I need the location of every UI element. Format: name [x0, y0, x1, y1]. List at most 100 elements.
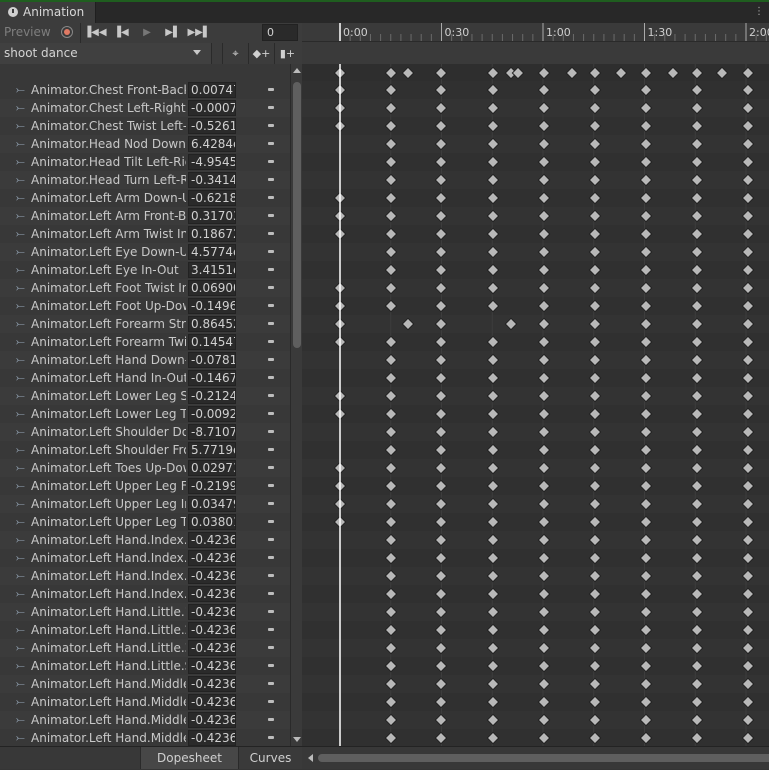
property-row[interactable]: ⤚ Animator.Left Hand In-Out -0.1467 — [0, 369, 290, 387]
next-key-button[interactable]: ▶▌ — [161, 23, 185, 43]
property-row[interactable]: ⤚ Animator.Left Arm Down-Up -0.6218 — [0, 189, 290, 207]
property-value-field[interactable]: 0.00747 — [188, 82, 236, 98]
property-row[interactable]: ⤚ Animator.Left Hand.Index.Spread-0.4236 — [0, 585, 290, 603]
property-value-field[interactable]: -0.2124 — [188, 388, 236, 404]
property-options-icon[interactable] — [268, 520, 274, 523]
property-options-icon[interactable] — [268, 106, 274, 109]
property-row[interactable]: ⤚ Animator.Left Foot Up-Down -0.1496 — [0, 297, 290, 315]
tab-animation[interactable]: Animation — [0, 2, 96, 23]
clip-selector[interactable]: shoot dance — [0, 43, 212, 64]
property-options-icon[interactable] — [268, 502, 274, 505]
property-options-icon[interactable] — [268, 322, 274, 325]
property-value-field[interactable]: 0.31703 — [188, 208, 236, 224]
timeline-scrollbar[interactable] — [302, 747, 769, 769]
property-row[interactable]: ⤚ Animator.Left Shoulder Down-Up-8.7107 — [0, 423, 290, 441]
property-options-icon[interactable] — [268, 574, 274, 577]
property-value-field[interactable]: -0.4236 — [188, 694, 236, 710]
property-value-field[interactable]: -0.4236 — [188, 604, 236, 620]
property-options-icon[interactable] — [268, 682, 274, 685]
property-value-field[interactable]: -0.6218 — [188, 190, 236, 206]
property-row[interactable]: ⤚ Animator.Chest Front-Back 0.00747 — [0, 81, 290, 99]
property-options-icon[interactable] — [268, 664, 274, 667]
property-row[interactable]: ⤚ Animator.Left Hand.Index.1 -0.4236 — [0, 531, 290, 549]
property-options-icon[interactable] — [268, 736, 274, 739]
property-value-field[interactable]: -0.4236 — [188, 568, 236, 584]
property-row[interactable]: ⤚ Animator.Left Hand.Little.3 -0.4236 — [0, 639, 290, 657]
property-options-icon[interactable] — [268, 466, 274, 469]
crosshair-icon[interactable]: ⌖ — [222, 43, 248, 64]
property-options-icon[interactable] — [268, 304, 274, 307]
last-key-button[interactable]: ▶▶▌ — [187, 23, 211, 43]
property-row[interactable]: ⤚ Animator.Left Hand.Little.Spread-0.4236 — [0, 657, 290, 675]
property-options-icon[interactable] — [268, 592, 274, 595]
property-options-icon[interactable] — [268, 196, 274, 199]
property-value-field[interactable]: 0.03801 — [188, 514, 236, 530]
add-keyframe-button[interactable]: ◆+ — [248, 43, 274, 64]
property-value-field[interactable]: -0.1467 — [188, 370, 236, 386]
property-options-icon[interactable] — [268, 646, 274, 649]
property-options-icon[interactable] — [268, 88, 274, 91]
property-value-field[interactable]: -0.3414 — [188, 172, 236, 188]
property-value-field[interactable]: -0.0781 — [188, 352, 236, 368]
property-value-field[interactable]: -0.4236 — [188, 712, 236, 728]
property-row[interactable]: ⤚ Animator.Left Hand.Index.2 -0.4236 — [0, 549, 290, 567]
property-value-field[interactable]: 5.7719e — [188, 442, 236, 458]
add-event-button[interactable]: ▮+ — [274, 43, 300, 64]
property-value-field[interactable]: 3.4151e — [188, 262, 236, 278]
property-row[interactable]: ⤚ Animator.Left Hand.Middle.3 -0.4236 — [0, 711, 290, 729]
property-options-icon[interactable] — [268, 394, 274, 397]
property-options-icon[interactable] — [268, 124, 274, 127]
property-options-icon[interactable] — [268, 628, 274, 631]
property-value-field[interactable]: -0.0092 — [188, 406, 236, 422]
scroll-up-icon[interactable] — [293, 68, 301, 73]
property-options-icon[interactable] — [268, 286, 274, 289]
property-options-icon[interactable] — [268, 214, 274, 217]
property-row[interactable]: ⤚ Animator.Left Lower Leg Stretch-0.2124 — [0, 387, 290, 405]
property-value-field[interactable]: -0.5261 — [188, 118, 236, 134]
property-value-field[interactable]: 0.14547 — [188, 334, 236, 350]
property-options-icon[interactable] — [268, 232, 274, 235]
property-row[interactable]: ⤚ Animator.Left Foot Twist In-Out0.06900 — [0, 279, 290, 297]
dopesheet-area[interactable] — [302, 64, 769, 746]
property-row[interactable]: ⤚ Animator.Left Forearm Stretch0.86452 — [0, 315, 290, 333]
property-value-field[interactable]: 0.86452 — [188, 316, 236, 332]
property-options-icon[interactable] — [268, 610, 274, 613]
property-options-icon[interactable] — [268, 556, 274, 559]
property-row[interactable]: ⤚ Animator.Left Hand.Little.2 Stretched-0… — [0, 621, 290, 639]
property-row[interactable]: ⤚ Animator.Left Forearm Twist In-Out0.145… — [0, 333, 290, 351]
property-row[interactable]: ⤚ Animator.Chest Twist Left-Right-0.5261 — [0, 117, 290, 135]
property-row[interactable]: ⤚ Animator.Left Hand.Index.3 -0.4236 — [0, 567, 290, 585]
scroll-down-icon[interactable] — [293, 737, 301, 742]
prev-key-button[interactable]: ▐◀ — [109, 23, 133, 43]
frame-field[interactable]: 0 — [262, 24, 298, 41]
preview-toggle[interactable]: Preview — [4, 25, 51, 39]
property-value-field[interactable]: -0.4236 — [188, 586, 236, 602]
property-options-icon[interactable] — [268, 160, 274, 163]
property-options-icon[interactable] — [268, 718, 274, 721]
property-row[interactable]: ⤚ Animator.Left Hand Down-Up-0.0781 — [0, 351, 290, 369]
property-value-field[interactable]: 6.4284e — [188, 136, 236, 152]
property-row[interactable]: ⤚ Animator.Left Upper Leg In-Out0.03479 — [0, 495, 290, 513]
event-track[interactable] — [302, 42, 769, 65]
property-options-icon[interactable] — [268, 358, 274, 361]
property-value-field[interactable]: -0.4236 — [188, 658, 236, 674]
property-value-field[interactable]: -0.0007 — [188, 100, 236, 116]
property-options-icon[interactable] — [268, 376, 274, 379]
property-options-icon[interactable] — [268, 340, 274, 343]
tab-curves[interactable]: Curves — [238, 747, 302, 769]
property-options-icon[interactable] — [268, 484, 274, 487]
property-options-icon[interactable] — [268, 142, 274, 145]
scroll-left-icon[interactable] — [308, 754, 313, 762]
property-value-field[interactable]: 0.18672 — [188, 226, 236, 242]
property-value-field[interactable]: 0.03479 — [188, 496, 236, 512]
property-value-field[interactable]: -0.1496 — [188, 298, 236, 314]
property-row[interactable]: ⤚ Animator.Left Hand.Middle.2 -0.4236 — [0, 693, 290, 711]
property-row[interactable]: ⤚ Animator.Left Hand.Little.1 Stretched-0… — [0, 603, 290, 621]
property-value-field[interactable]: -0.4236 — [188, 676, 236, 692]
property-options-icon[interactable] — [268, 412, 274, 415]
tab-menu-icon[interactable]: ⋮ — [754, 6, 765, 17]
property-value-field[interactable]: 0.06900 — [188, 280, 236, 296]
property-options-icon[interactable] — [268, 430, 274, 433]
play-button[interactable]: ▶ — [135, 23, 159, 43]
property-row[interactable]: ⤚ Animator.Left Lower Leg Twist In-Out-0.… — [0, 405, 290, 423]
